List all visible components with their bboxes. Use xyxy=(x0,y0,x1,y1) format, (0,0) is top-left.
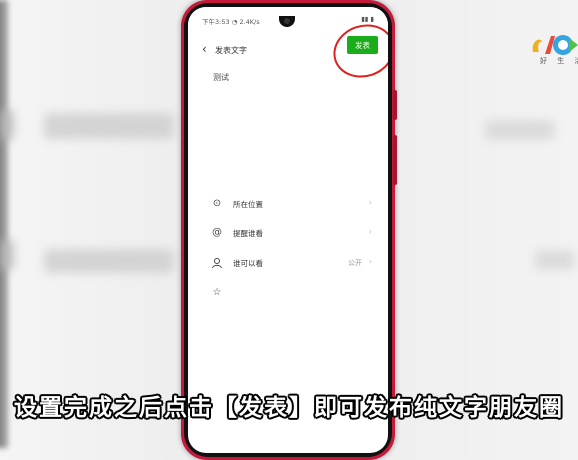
logo-caption: 好 生 活 xyxy=(540,57,578,65)
person-icon xyxy=(211,257,223,269)
phone-screen: 下午3:53 ◔ 2.4K/s ▮▮ ▮ ‹ 发表文字 发表 测试 ⊙ 所在位置… xyxy=(188,7,388,453)
back-chevron-icon[interactable]: ‹ xyxy=(202,43,207,55)
menu-item-visibility[interactable]: 谁可以看 公开 › xyxy=(211,249,376,277)
page-title: 发表文字 xyxy=(215,46,247,55)
menu-item-label: 提醒谁看 xyxy=(233,229,263,238)
location-pin-icon: ⊙ xyxy=(212,198,222,209)
video-subtitle: 设置完成之后点击【发表】即可发布纯文字朋友圈 xyxy=(14,395,564,421)
menu-item-label: 所在位置 xyxy=(233,200,263,209)
star-icon: ☆ xyxy=(212,287,222,298)
background-blur-left xyxy=(0,0,181,448)
menu-item-value: 公开 xyxy=(348,259,362,267)
menu-item-favorite[interactable]: ☆ xyxy=(211,279,376,307)
volume-button xyxy=(393,90,397,120)
status-time: 下午3:53 ◔ 2.4K/s xyxy=(202,18,260,26)
at-mention-icon: @ xyxy=(212,227,222,238)
chevron-right-icon: › xyxy=(368,198,372,207)
signal-icon: ▮▮ ▮ xyxy=(361,15,374,23)
chevron-right-icon: › xyxy=(368,227,372,236)
front-camera-icon xyxy=(284,18,290,24)
highlight-circle xyxy=(326,16,388,86)
menu-item-remind[interactable]: @ 提醒谁看 › xyxy=(211,219,376,247)
post-text-input[interactable]: 测试 xyxy=(213,72,229,83)
menu-item-location[interactable]: ⊙ 所在位置 › xyxy=(211,190,376,218)
menu-item-label: 谁可以看 xyxy=(233,259,263,268)
power-button xyxy=(393,135,397,185)
chevron-right-icon: › xyxy=(368,257,372,266)
